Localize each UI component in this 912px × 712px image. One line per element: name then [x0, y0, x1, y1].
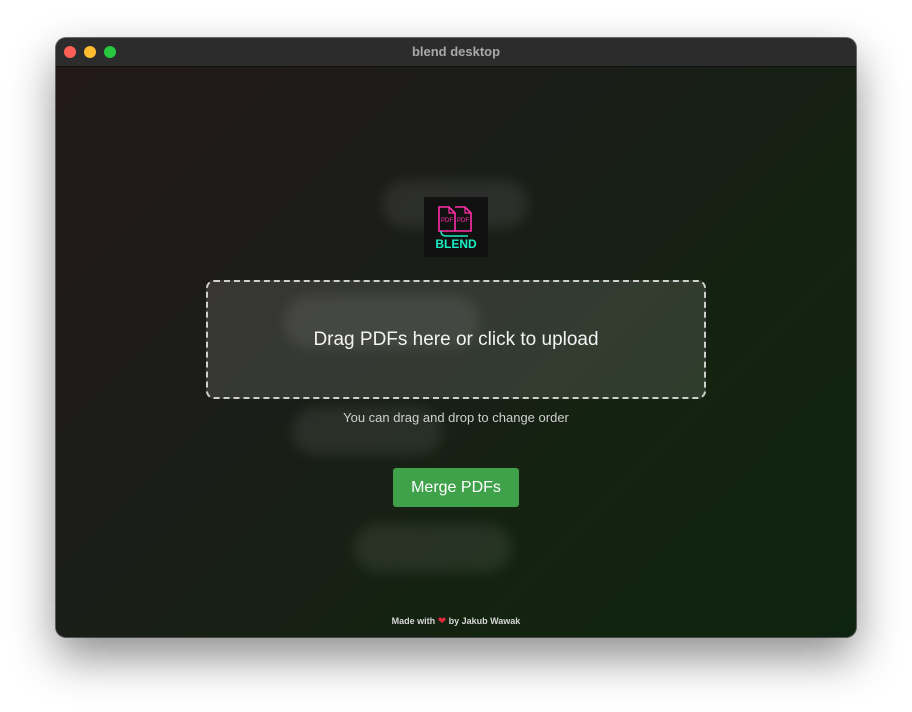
pdf-dropzone[interactable]: Drag PDFs here or click to upload: [206, 280, 706, 399]
logo-pdf-left: PDF: [441, 218, 453, 224]
main-content: PDF PDF BLEND Drag PDFs here or click to…: [56, 67, 856, 637]
background-blob: [354, 524, 512, 572]
app-window: blend desktop PDF PDF BLEND Drag PDFs he: [56, 38, 856, 637]
title-bar[interactable]: blend desktop: [56, 38, 856, 67]
logo-pdf-right: PDF: [457, 218, 469, 224]
blend-logo-icon: PDF PDF BLEND: [424, 197, 488, 257]
logo-wordmark: BLEND: [435, 237, 477, 251]
window-title: blend desktop: [411, 44, 501, 59]
footer-credit: Made with ❤ by Jakub Wawak: [56, 616, 856, 627]
dropzone-label: Drag PDFs here or click to upload: [313, 328, 599, 350]
footer-prefix: Made with: [391, 616, 436, 626]
merge-pdfs-button[interactable]: Merge PDFs: [393, 468, 519, 507]
heart-icon: ❤: [437, 616, 447, 627]
footer-author: by Jakub Wawak: [448, 616, 521, 626]
reorder-hint: You can drag and drop to change order: [343, 410, 569, 425]
